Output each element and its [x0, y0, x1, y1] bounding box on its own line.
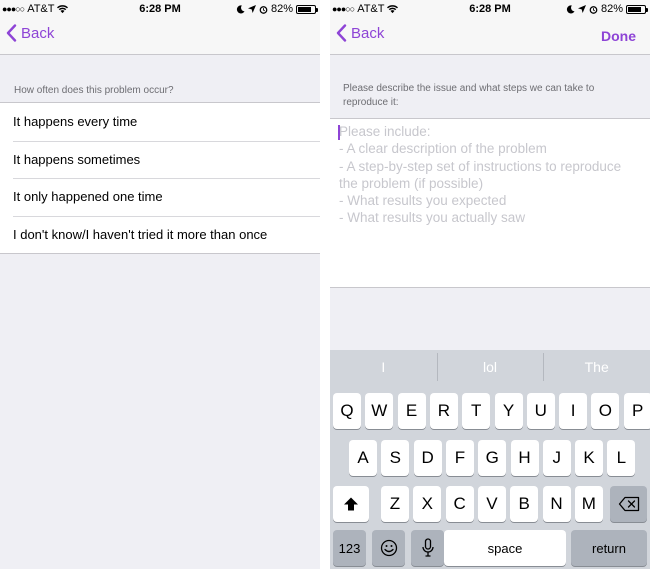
- status-bar: ●●●○○ AT&T 6:28 PM 82%: [0, 0, 320, 18]
- frequency-screen: ●●●○○ AT&T 6:28 PM 82% Back How often do…: [0, 0, 320, 569]
- option-one-time[interactable]: It only happened one time: [0, 178, 320, 216]
- back-label: Back: [351, 24, 385, 42]
- back-button[interactable]: Back: [336, 24, 384, 42]
- emoji-key[interactable]: [372, 530, 405, 566]
- option-every-time[interactable]: It happens every time: [0, 103, 320, 141]
- alarm-icon: [259, 5, 268, 14]
- key-i[interactable]: I: [559, 393, 588, 429]
- battery-icon: [296, 4, 318, 14]
- microphone-icon: [421, 538, 434, 557]
- description-screen: ●●●○○ AT&T 6:28 PM 82% Back Done Please …: [330, 0, 650, 569]
- key-e[interactable]: E: [397, 393, 426, 429]
- delete-key[interactable]: [610, 486, 647, 522]
- dictation-key[interactable]: [411, 530, 444, 566]
- key-o[interactable]: O: [591, 393, 620, 429]
- alarm-icon: [589, 5, 598, 14]
- chevron-left-icon: [336, 24, 347, 42]
- option-dont-know[interactable]: I don't know/I haven't tried it more tha…: [0, 215, 320, 254]
- key-q[interactable]: Q: [333, 393, 361, 429]
- key-f[interactable]: F: [445, 440, 474, 476]
- key-n[interactable]: N: [542, 486, 571, 522]
- key-m[interactable]: M: [574, 486, 603, 522]
- key-w[interactable]: W: [365, 393, 394, 429]
- key-t[interactable]: T: [462, 393, 491, 429]
- predictive-bar: I lol The: [330, 350, 650, 384]
- battery-percent: 82%: [270, 3, 293, 15]
- key-v[interactable]: V: [477, 486, 506, 522]
- shift-arrow-icon: [344, 497, 358, 511]
- key-l[interactable]: L: [607, 440, 636, 476]
- done-button[interactable]: Done: [601, 28, 636, 44]
- description-prompt: Please describe the issue and what steps…: [343, 83, 595, 108]
- option-sometimes[interactable]: It happens sometimes: [0, 140, 320, 179]
- suggestion-item[interactable]: The: [543, 350, 650, 384]
- key-x[interactable]: X: [413, 486, 442, 522]
- moon-icon: [566, 4, 575, 13]
- description-placeholder: Please include: - A clear description of…: [339, 124, 622, 226]
- battery-percent: 82%: [600, 3, 623, 15]
- key-k[interactable]: K: [575, 440, 604, 476]
- key-b[interactable]: B: [510, 486, 539, 522]
- key-y[interactable]: Y: [494, 393, 523, 429]
- key-p[interactable]: P: [623, 393, 650, 429]
- backspace-icon: [618, 496, 639, 512]
- key-h[interactable]: H: [510, 440, 539, 476]
- numbers-key[interactable]: 123: [333, 530, 366, 566]
- key-c[interactable]: C: [445, 486, 474, 522]
- key-u[interactable]: U: [526, 393, 555, 429]
- status-bar: ●●●○○ AT&T 6:28 PM 82%: [330, 0, 650, 18]
- key-z[interactable]: Z: [381, 486, 409, 522]
- battery-icon: [626, 4, 648, 14]
- text-caret: [338, 125, 340, 140]
- key-g[interactable]: G: [478, 440, 507, 476]
- return-key[interactable]: return: [571, 530, 647, 566]
- location-arrow-icon: [577, 5, 586, 13]
- location-arrow-icon: [247, 5, 256, 13]
- shift-key[interactable]: [333, 486, 369, 522]
- back-label: Back: [21, 24, 55, 42]
- key-r[interactable]: R: [429, 393, 458, 429]
- question-header: How often does this problem occur?: [14, 85, 174, 96]
- key-d[interactable]: D: [413, 440, 442, 476]
- frequency-options: It happens every time It happens sometim…: [0, 102, 320, 254]
- navigation-bar: Back Done: [330, 18, 650, 55]
- back-button[interactable]: Back: [6, 24, 54, 42]
- issue-description-input[interactable]: Please include: - A clear description of…: [330, 118, 650, 288]
- navigation-bar: Back: [0, 18, 320, 55]
- key-a[interactable]: A: [349, 440, 377, 476]
- moon-icon: [236, 4, 245, 13]
- suggestion-item[interactable]: lol: [436, 350, 544, 384]
- emoji-icon: [380, 539, 397, 557]
- suggestion-item[interactable]: I: [330, 350, 437, 384]
- key-s[interactable]: S: [381, 440, 410, 476]
- space-key[interactable]: space: [444, 530, 566, 566]
- chevron-left-icon: [6, 24, 17, 42]
- key-j[interactable]: J: [542, 440, 571, 476]
- keyboard: I lol The Q W E R T Y U I O P A S D F G H J K L Z X C V B N M 123 s…: [330, 350, 650, 569]
